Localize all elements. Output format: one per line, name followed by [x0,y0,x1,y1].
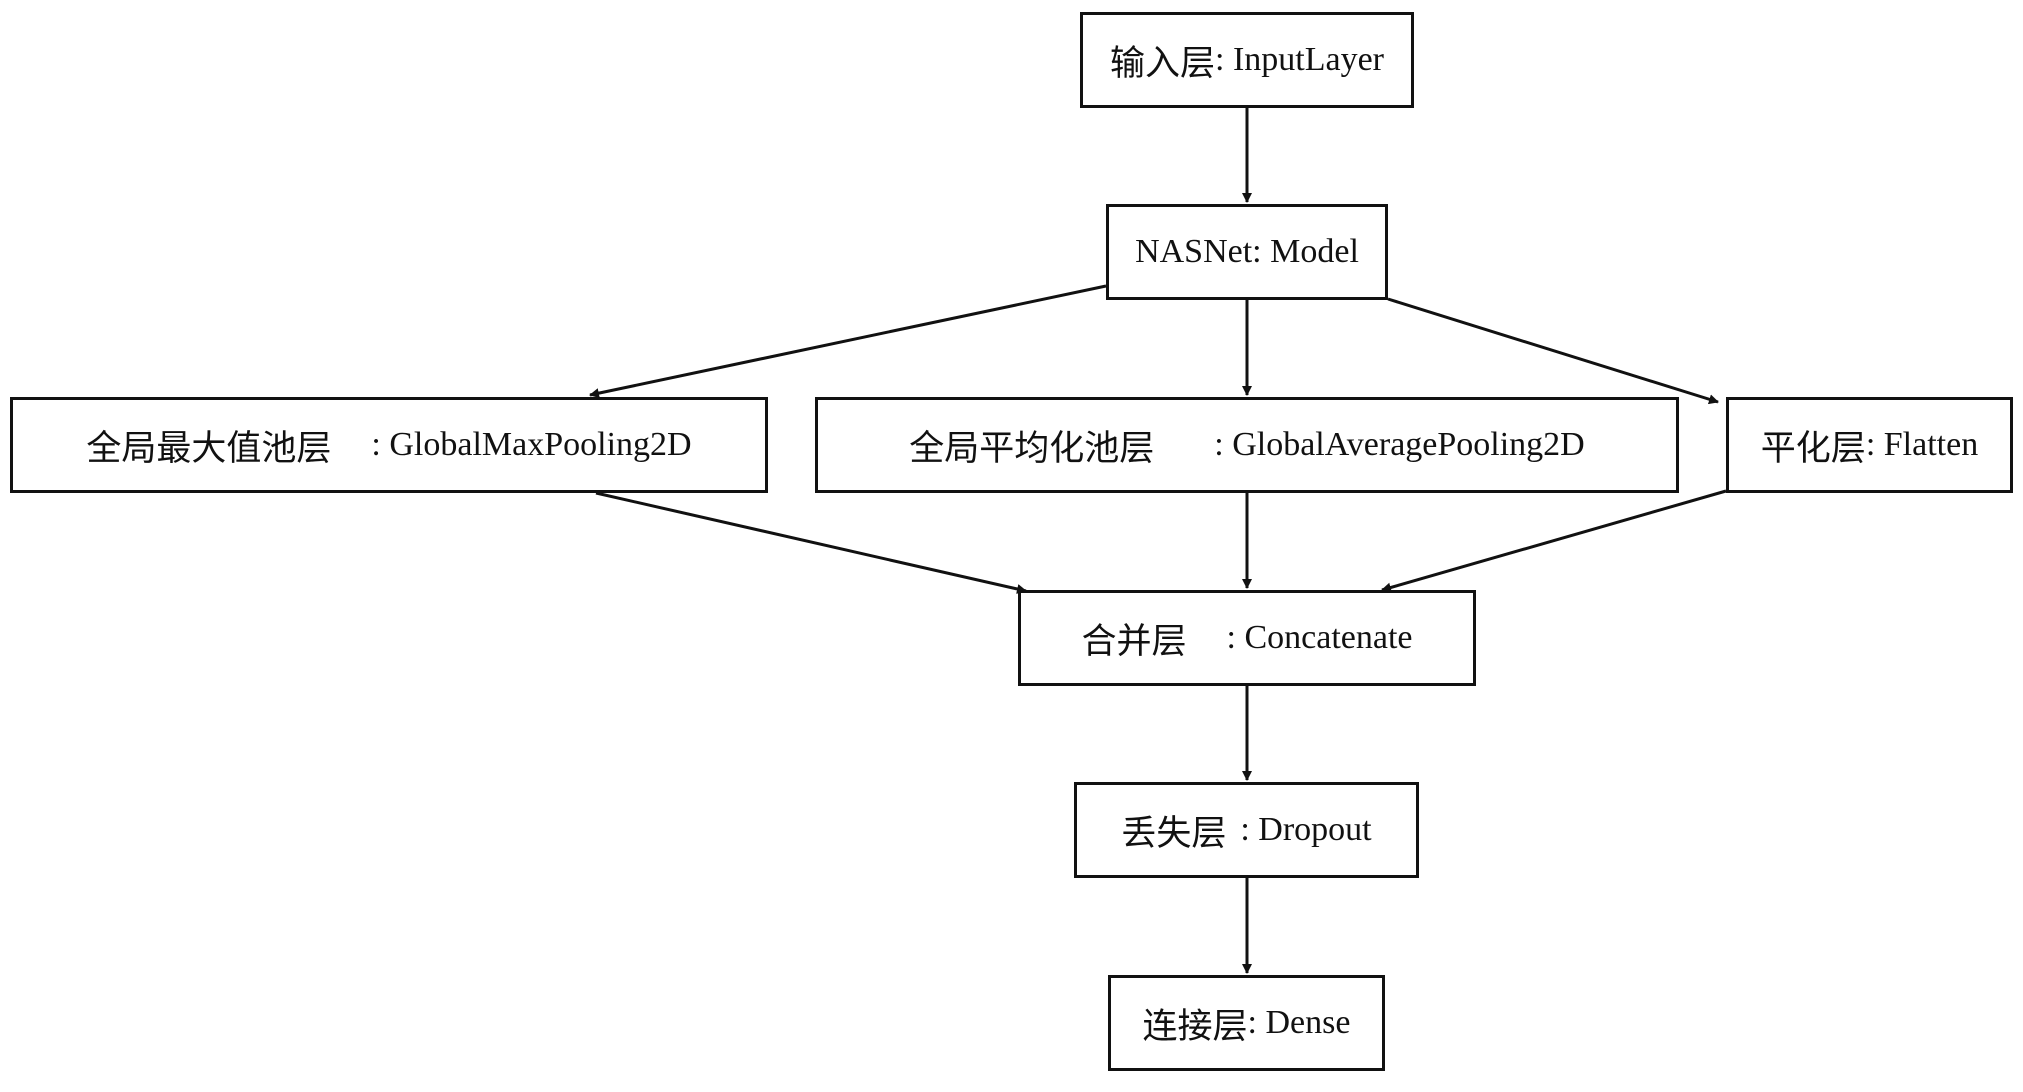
node-global-average-pooling: 全局平均化池层 : GlobalAveragePooling2D [815,397,1679,493]
node-input-layer-cn-label: 输入层 [1109,43,1215,84]
edge-nasnet-to-flat [1387,297,1719,405]
node-concatenate-cn-label: 合并层 [1081,621,1187,662]
edge-nasnet-to-gmp [589,284,1107,399]
node-dense: 连接层 : Dense [1108,975,1385,1071]
node-input-layer-type-label: : InputLayer [1215,41,1384,78]
node-input-layer: 输入层 : InputLayer [1080,12,1414,108]
edge-gmp-to-concat [595,491,1027,594]
node-flatten: 平化层 : Flatten [1726,397,2013,493]
node-dropout-cn-label: 丢失层 [1121,813,1227,854]
edge-flat-to-concat [1381,489,1727,593]
node-concatenate: 合并层 : Concatenate [1018,590,1476,686]
node-global-max-pooling-type-label: : GlobalMaxPooling2D [371,426,692,463]
node-global-average-pooling-cn-label: 全局平均化池层 [909,428,1155,469]
node-dense-type-label: : Dense [1247,1004,1351,1041]
node-nasnet-model-label: NASNet: Model [1135,233,1359,270]
node-concatenate-type-label: : Concatenate [1226,619,1413,656]
edges-layer [589,108,1727,974]
node-nasnet-model: NASNet: Model [1106,204,1388,300]
node-dropout-type-label: : Dropout [1240,811,1372,848]
node-flatten-cn-label: 平化层 [1760,428,1866,469]
node-flatten-type-label: : Flatten [1865,426,1979,463]
node-global-max-pooling: 全局最大值池层 : GlobalMaxPooling2D [10,397,768,493]
node-global-max-pooling-cn-label: 全局最大值池层 [86,428,332,469]
node-dropout: 丢失层 : Dropout [1074,782,1419,878]
node-global-average-pooling-type-label: : GlobalAveragePooling2D [1214,426,1585,463]
layer-flow-diagram: 输入层 : InputLayer NASNet: Model 全局最大值池层 :… [0,0,2023,1092]
node-dense-cn-label: 连接层 [1142,1006,1248,1047]
